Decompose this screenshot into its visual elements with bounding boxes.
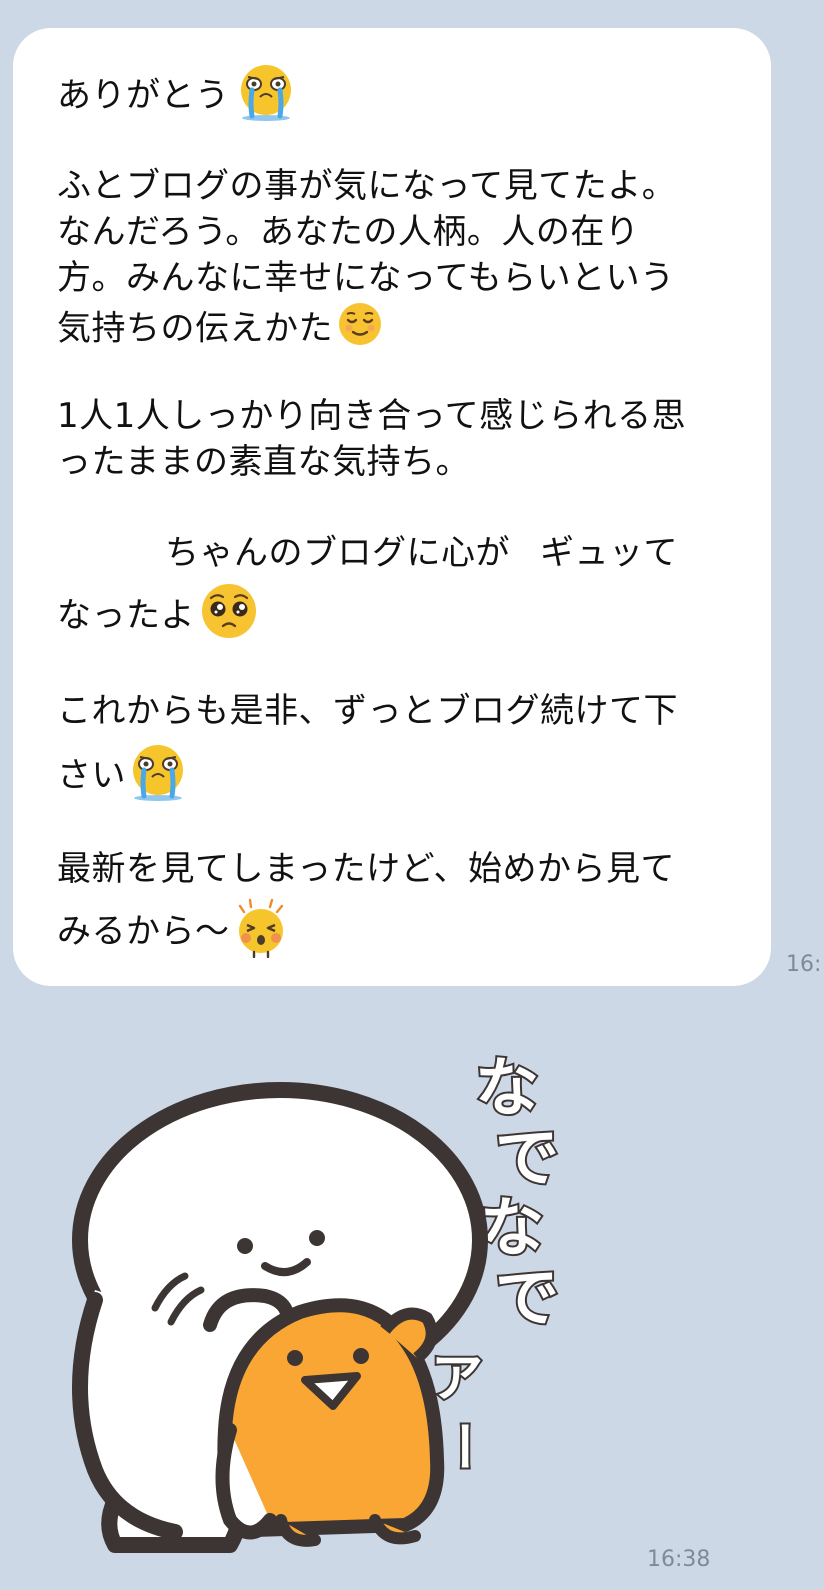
relieved-face-icon <box>337 301 383 359</box>
message-text: これからも是非、ずっとブログ続けて下 <box>57 691 678 731</box>
message-time: 16: <box>786 952 822 977</box>
message-text: ちゃんのブログに心が <box>165 533 510 573</box>
message-line: 気持ちの伝えかた <box>57 301 383 359</box>
message-line: なんだろう。あなたの人柄。人の在り <box>57 209 639 255</box>
message-text: 1人1人しっかり向き合って感じられる思 <box>57 396 687 436</box>
excited-face-icon <box>230 896 292 970</box>
message-line: ったままの素直な気持ち。 <box>57 439 470 485</box>
sticker-char: で <box>495 1122 559 1196</box>
sticker-text-nadenade: な で な で <box>473 1050 561 1338</box>
message-line: 1人1人しっかり向き合って感じられる思 <box>57 393 686 439</box>
message-text: 最新を見てしまったけど、始めから見て <box>57 849 675 889</box>
sticker-time: 16:38 <box>647 1547 711 1572</box>
bubble-tail <box>15 56 49 86</box>
message-text: 方。みんなに幸せになってもらいという <box>57 258 675 298</box>
chat-area: ありがとう ふとブログの事が気になって見てたよ。 なんだろう。あなたの人柄。人の… <box>0 0 824 1590</box>
message-line: ありがとう <box>57 60 298 134</box>
message-line: 方。みんなに幸せになってもらいという <box>57 255 675 301</box>
message-line: さい <box>57 740 190 814</box>
message-text: ありがとう <box>57 75 230 116</box>
message-line: なったよ <box>57 582 259 652</box>
message-line: これからも是非、ずっとブログ続けて下 <box>57 688 678 734</box>
message-text: さい <box>57 755 126 796</box>
message-line: ふとブログの事が気になって見てたよ。 <box>57 163 676 209</box>
message-line: ちゃんのブログに心が ギュッて <box>57 530 678 576</box>
message-text: 気持ちの伝えかた <box>57 308 333 349</box>
sticker-char: な <box>480 1192 544 1266</box>
message-text: ったままの素直な気持ち。 <box>57 442 470 482</box>
message-text: ふとブログの事が気になって見てたよ。 <box>57 166 677 206</box>
message-text: ギュッて <box>540 533 678 573</box>
sticker-image[interactable]: な で な で ア ー <box>55 1040 615 1570</box>
message-text: みるから～ <box>57 911 230 952</box>
pleading-face-icon <box>199 582 259 652</box>
message-text: なんだろう。あなたの人柄。人の在り <box>57 212 640 252</box>
sticker-char: な <box>475 1052 539 1126</box>
message-text: なったよ <box>57 595 195 636</box>
sticker-char: で <box>495 1262 559 1336</box>
message-line: みるから～ <box>57 896 292 970</box>
orange-character <box>215 1298 445 1547</box>
crying-face-icon <box>234 60 298 134</box>
sticker-char: ア <box>431 1349 483 1409</box>
message-line: 最新を見てしまったけど、始めから見て <box>57 846 675 892</box>
redacted-name <box>57 540 165 570</box>
crying-face-icon <box>126 740 190 814</box>
